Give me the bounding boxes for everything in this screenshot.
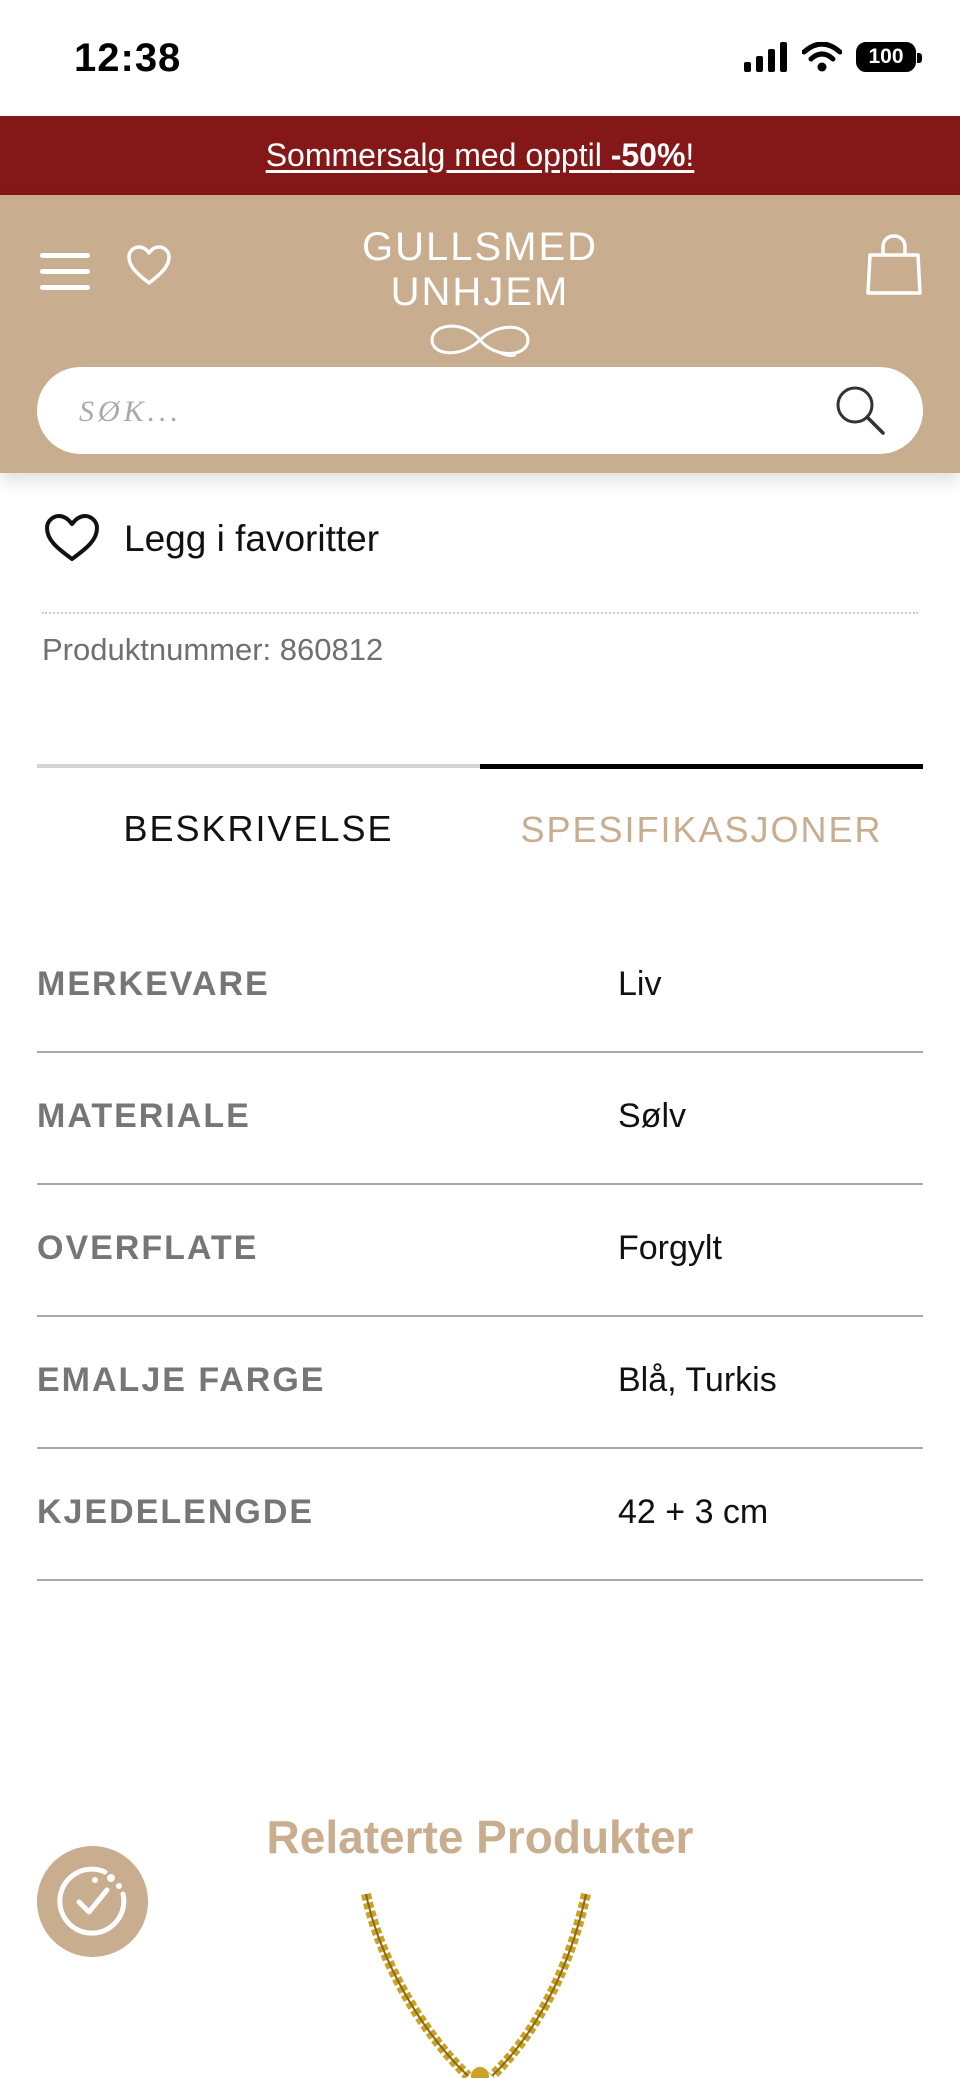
promo-suffix: ! [685,137,695,173]
spec-label: MATERIALE [37,1097,251,1135]
related-products-title: Relaterte Produkter [266,1811,694,1863]
battery-level: 100 [868,45,904,68]
site-header: GULLSMED UNHJEM [0,195,960,473]
cookie-consent-button[interactable] [37,1846,148,1957]
promo-discount: -50% [610,137,686,173]
spec-row: EMALJE FARGE Blå, Turkis [37,1317,923,1449]
necklace-product-image[interactable] [350,1890,610,2078]
status-bar: 12:38 100 [0,0,960,116]
spec-label: MERKEVARE [37,965,270,1003]
promo-link[interactable]: Sommersalg med opptil -50%! [266,137,695,174]
shopping-bag-icon[interactable] [864,233,924,297]
search-icon[interactable] [833,383,889,439]
divider [42,612,918,614]
spec-row: OVERFLATE Forgylt [37,1185,923,1317]
heart-outline-icon [45,514,99,561]
logo-text: GULLSMED UNHJEM [361,225,599,314]
spec-value: 42 + 3 cm [618,1493,769,1531]
specifications-table: MERKEVARE Liv MATERIALE Sølv OVERFLATE F… [37,921,923,1581]
search-bar[interactable] [37,367,923,456]
product-number: Produktnummer: 860812 [42,632,384,667]
tab-description-label: BESKRIVELSE [123,808,394,849]
cellular-signal-icon [744,42,787,72]
search-input[interactable] [77,367,821,456]
tab-specifications[interactable]: SPESIFIKASJONER [480,764,923,889]
spec-label: OVERFLATE [37,1229,259,1267]
menu-icon[interactable] [40,253,94,293]
spec-row: MERKEVARE Liv [37,921,923,1053]
spec-value: Sølv [618,1097,686,1135]
logo[interactable]: GULLSMED UNHJEM [270,225,690,370]
spec-value: Forgylt [618,1229,722,1267]
wifi-icon [802,42,842,72]
tab-description[interactable]: BESKRIVELSE [37,764,480,888]
battery-icon: 100 [856,42,922,72]
promo-text: Sommersalg med opptil [265,137,611,173]
cookie-check-icon [56,1866,126,1936]
promo-banner[interactable]: Sommersalg med opptil -50%! [0,116,960,195]
add-to-favorites-button[interactable]: Legg i favoritter [44,514,379,564]
status-icons: 100 [744,42,922,72]
spec-label: KJEDELENGDE [37,1493,315,1531]
infinity-logo-icon [430,324,530,357]
tab-specifications-label: SPESIFIKASJONER [520,809,883,850]
spec-label: EMALJE FARGE [37,1361,326,1399]
favorite-label: Legg i favoritter [124,518,380,559]
spec-row: KJEDELENGDE 42 + 3 cm [37,1449,923,1581]
spec-value: Blå, Turkis [618,1361,777,1399]
heart-icon[interactable] [126,245,172,287]
spec-row: MATERIALE Sølv [37,1053,923,1185]
spec-value: Liv [618,965,662,1003]
status-time: 12:38 [74,36,182,80]
product-tabs: BESKRIVELSE SPESIFIKASJONER [37,764,923,884]
